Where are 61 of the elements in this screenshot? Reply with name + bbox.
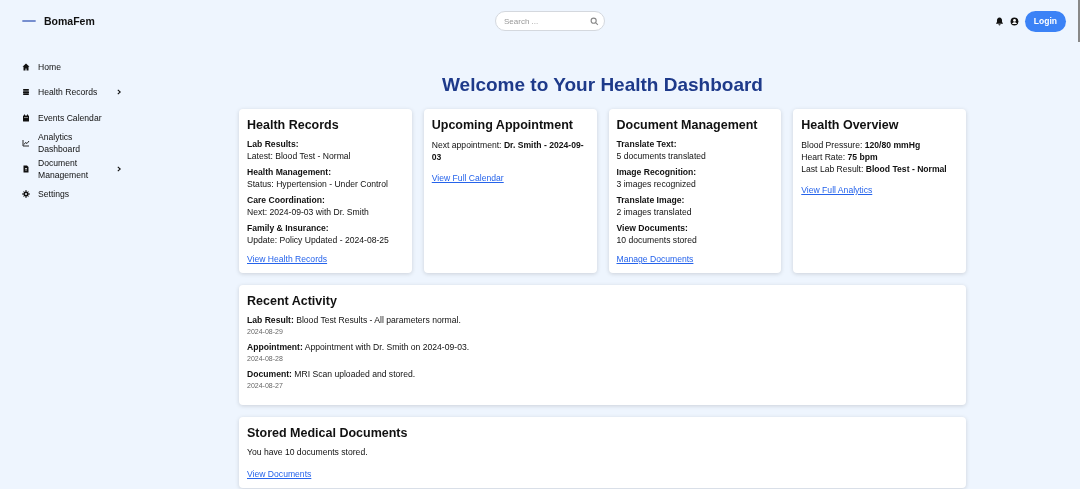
section-value: Latest: Blood Test - Normal xyxy=(247,150,352,162)
search-icon xyxy=(590,16,599,26)
section-value: 3 images recognized xyxy=(616,178,697,190)
section-value: 5 documents translated xyxy=(616,150,707,162)
info-text: Last Lab Result: Blood Test - Normal xyxy=(801,163,948,175)
info-text: Blood Pressure: 120/80 mmHg xyxy=(801,139,922,151)
nav-label: Document Management xyxy=(38,156,90,181)
settings-icon xyxy=(22,190,30,199)
nav-label: Home xyxy=(38,60,62,73)
bell-icon xyxy=(994,16,1004,26)
section-value: 10 documents stored xyxy=(616,234,698,246)
section-label: Translate Image: xyxy=(616,195,686,207)
card-link[interactable]: Manage Documents xyxy=(616,254,694,264)
section-label: Health Management: xyxy=(247,167,333,179)
section-label: View Documents: xyxy=(616,223,689,235)
home-icon xyxy=(22,62,30,71)
section-label: Translate Text: xyxy=(616,139,678,151)
logo-icon xyxy=(22,19,36,23)
activity-text: Lab Result: Blood Test Results - All parameters normal. xyxy=(247,315,462,326)
card-title: Upcoming Appointment xyxy=(431,118,574,132)
database-icon xyxy=(22,88,30,97)
section-value: Status: Hypertension - Under Control xyxy=(247,178,389,190)
card-link[interactable]: View Health Records xyxy=(247,254,328,264)
nav-label: Health Records xyxy=(38,86,99,99)
sidebar-item[interactable]: Health Records xyxy=(0,79,130,105)
card-link[interactable]: View Documents xyxy=(247,469,312,479)
info-text: Next appointment: Dr. Smith - 2024-09-03 xyxy=(431,139,585,163)
section-value: Update: Policy Updated - 2024-08-25 xyxy=(247,234,390,246)
info-text: Heart Rate: 75 bpm xyxy=(801,151,879,163)
nav-label: Events Calendar xyxy=(38,111,103,124)
info-text: You have 10 documents stored. xyxy=(247,447,369,457)
sidebar-item[interactable]: Home xyxy=(0,54,130,80)
nav-label: Settings xyxy=(38,188,71,201)
sidebar-item[interactable]: Analytics Dashboard xyxy=(0,130,130,156)
activity-text: Appointment: Appointment with Dr. Smith on 2024-09-03. xyxy=(247,342,471,353)
sidebar-item[interactable]: Settings xyxy=(0,181,130,207)
section-label: Family & Insurance: xyxy=(247,223,330,235)
page-title: Welcome to Your Health Dashboard xyxy=(441,74,764,96)
user-circle-icon xyxy=(1009,16,1019,26)
card-title: Stored Medical Documents xyxy=(247,426,409,440)
card-title: Health Overview xyxy=(801,118,900,132)
card-title: Health Records xyxy=(247,118,340,132)
sidebar-item[interactable]: Document Management xyxy=(0,156,130,182)
activity-text: Document: MRI Scan uploaded and stored. xyxy=(247,369,417,380)
brand-name: BomaFem xyxy=(44,15,95,27)
nav-label: Analytics Dashboard xyxy=(38,131,82,156)
section-value: 2 images translated xyxy=(616,206,693,218)
login-button[interactable]: Login xyxy=(1024,10,1066,32)
file-icon xyxy=(22,164,30,173)
card-title: Recent Activity xyxy=(247,294,338,308)
section-value: Next: 2024-09-03 with Dr. Smith xyxy=(247,206,370,218)
section-label: Care Coordination: xyxy=(247,195,326,207)
card-title: Document Management xyxy=(616,118,759,132)
section-label: Lab Results: xyxy=(247,139,300,151)
card-link[interactable]: View Full Calendar xyxy=(431,173,504,183)
sidebar-item[interactable]: Events Calendar xyxy=(0,105,130,131)
line-chart-icon xyxy=(22,139,30,148)
search-field[interactable]: Search ... xyxy=(495,11,605,31)
section-label: Image Recognition: xyxy=(616,167,698,179)
card-link[interactable]: View Full Analytics xyxy=(801,185,873,195)
calendar-icon xyxy=(22,113,30,122)
